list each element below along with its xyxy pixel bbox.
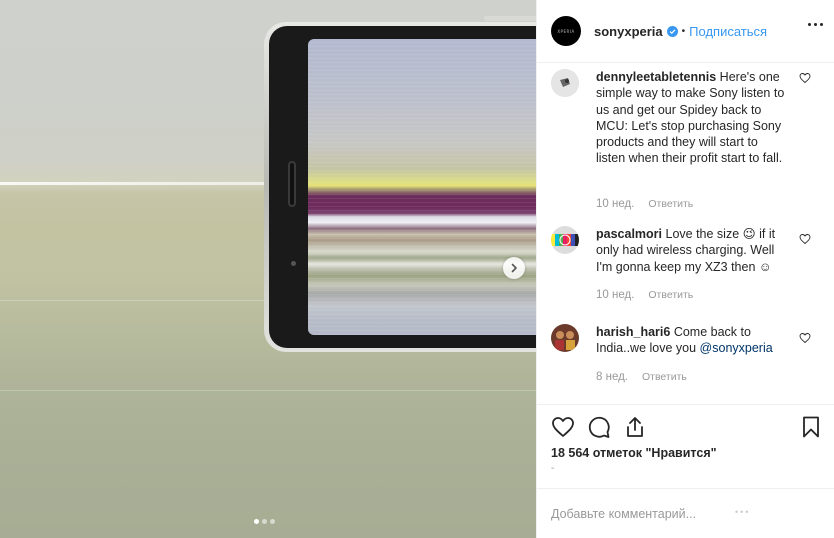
post-media <box>0 0 536 538</box>
phone-speaker <box>288 161 296 207</box>
bookmark-icon[interactable] <box>799 415 823 439</box>
comment-text: pascalmori Love the size 😉 if it only ha… <box>596 226 786 275</box>
separator-dot: • <box>681 25 686 37</box>
sea-line <box>0 390 536 391</box>
avatar[interactable] <box>551 226 579 254</box>
post-sidebar: XPERIA sonyxperia • Подписаться dennylee… <box>536 0 834 538</box>
add-comment-bar: ••• <box>537 488 834 538</box>
comment-text: dennyleetabletennis Here's one simple wa… <box>596 69 786 167</box>
avatar[interactable] <box>551 69 579 97</box>
comment-icon[interactable] <box>587 415 611 439</box>
carousel-dot-active <box>254 519 259 524</box>
heart-outline-icon[interactable] <box>799 72 811 84</box>
post-date: - <box>551 463 555 474</box>
share-icon[interactable] <box>623 415 647 439</box>
carousel-dots <box>254 519 275 524</box>
follow-button[interactable]: Подписаться <box>689 24 767 39</box>
avatar[interactable]: XPERIA <box>551 16 581 46</box>
avatar[interactable] <box>551 324 579 352</box>
comment-body: Here's one simple way to make Sony liste… <box>596 70 785 166</box>
phone-camera <box>291 261 296 266</box>
carousel-dot <box>270 519 275 524</box>
comment-time[interactable]: 8 нед. <box>596 371 628 383</box>
comment-time[interactable]: 10 нед. <box>596 198 634 210</box>
phone-screen <box>308 39 536 335</box>
verified-badge-icon <box>666 25 678 37</box>
chevron-right-icon <box>511 263 517 273</box>
comment-username[interactable]: dennyleetabletennis <box>596 70 716 84</box>
phone-image <box>264 16 536 352</box>
screen-texture <box>308 39 536 335</box>
reply-button[interactable]: Ответить <box>642 371 687 383</box>
heart-icon[interactable] <box>551 415 575 439</box>
username-link[interactable]: sonyxperia <box>594 24 663 39</box>
comment-username[interactable]: pascalmori <box>596 227 662 241</box>
comment-input[interactable] <box>551 507 731 521</box>
comments-list: dennyleetabletennis Here's one simple wa… <box>537 63 834 404</box>
likes-count[interactable]: 18 564 отметок "Нравится" <box>551 446 717 460</box>
phone-body <box>269 26 536 348</box>
heart-outline-icon[interactable] <box>799 233 811 245</box>
reply-button[interactable]: Ответить <box>648 198 693 210</box>
post-actions: 18 564 отметок "Нравится" - <box>537 404 834 488</box>
comment-time[interactable]: 10 нед. <box>596 289 634 301</box>
more-options-icon[interactable] <box>808 23 823 26</box>
carousel-dot <box>262 519 267 524</box>
comment-meta: 8 нед. Ответить <box>596 371 687 383</box>
phone-side-button <box>484 16 536 21</box>
logo-text: XPERIA <box>557 28 575 34</box>
comment-meta: 10 нед. Ответить <box>596 198 693 210</box>
comment-meta: 10 нед. Ответить <box>596 289 693 301</box>
post-header: XPERIA sonyxperia • Подписаться <box>537 0 834 63</box>
mention-link[interactable]: @sonyxperia <box>700 341 773 355</box>
comment-username[interactable]: harish_hari6 <box>596 325 670 339</box>
heart-outline-icon[interactable] <box>799 332 811 344</box>
loading-dots-icon: ••• <box>735 507 751 517</box>
horizon-line <box>0 182 300 185</box>
comment-text: harish_hari6 Come back to India..we love… <box>596 324 786 357</box>
carousel-next-button[interactable] <box>503 257 525 279</box>
reply-button[interactable]: Ответить <box>648 289 693 301</box>
